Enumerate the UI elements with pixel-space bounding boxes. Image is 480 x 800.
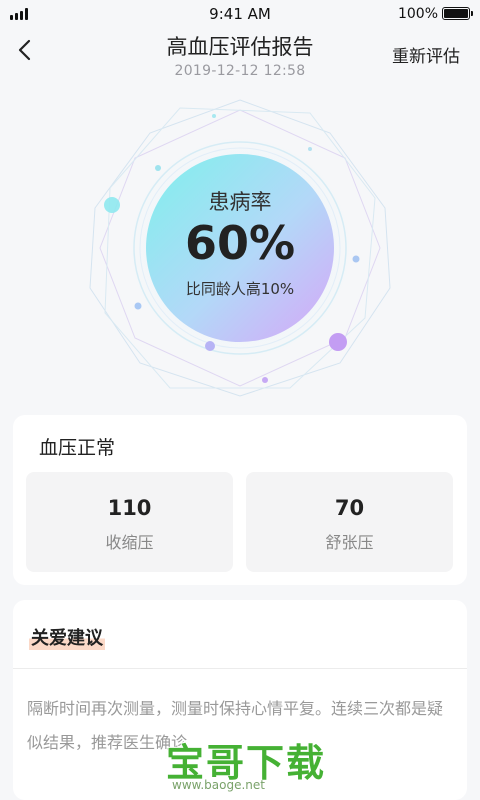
watermark-logo: 宝哥下载 www.baoge.net bbox=[152, 728, 332, 796]
status-bar: 9:41 AM 100% bbox=[0, 0, 480, 28]
advice-title: 关爱建议 bbox=[29, 624, 105, 650]
diastolic-box: 70 舒张压 bbox=[246, 472, 453, 572]
risk-label: 患病率 bbox=[208, 190, 272, 214]
risk-value: 60% bbox=[184, 216, 296, 270]
divider bbox=[13, 668, 467, 669]
battery-icon bbox=[442, 7, 473, 20]
risk-comparison: 比同龄人高10% bbox=[185, 280, 295, 298]
blood-pressure-card: 血压正常 110 收缩压 70 舒张压 bbox=[13, 415, 467, 585]
watermark-url: www.baoge.net bbox=[172, 778, 265, 792]
systolic-label: 收缩压 bbox=[105, 533, 154, 552]
blood-pressure-status: 血压正常 bbox=[39, 437, 116, 459]
diastolic-label: 舒张压 bbox=[325, 533, 374, 552]
risk-gauge: 患病率 60% 比同龄人高10% bbox=[0, 88, 480, 408]
systolic-value: 110 bbox=[107, 496, 152, 520]
systolic-box: 110 收缩压 bbox=[26, 472, 233, 572]
reassess-button[interactable]: 重新评估 bbox=[392, 42, 460, 67]
diastolic-value: 70 bbox=[334, 496, 365, 520]
battery-percent: 100% bbox=[397, 6, 438, 22]
